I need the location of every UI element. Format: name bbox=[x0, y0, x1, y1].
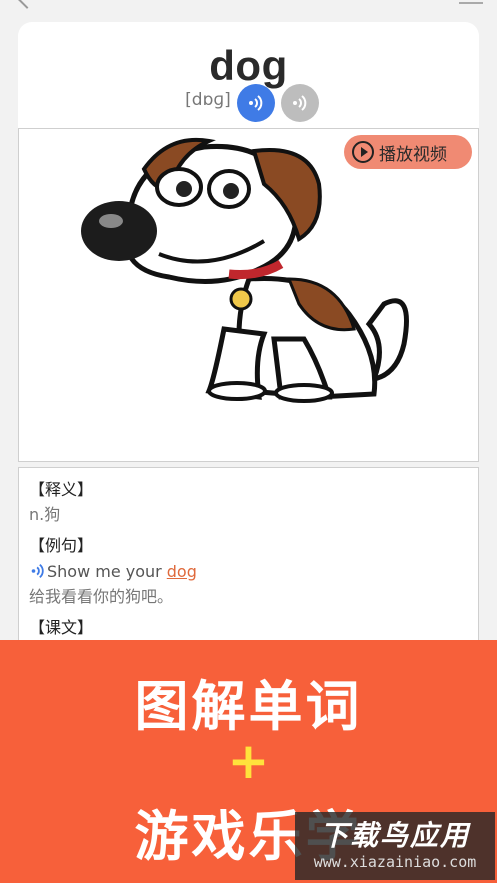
dog-illustration bbox=[81, 137, 409, 403]
play-video-label: 播放视频 bbox=[379, 144, 447, 165]
play-video-button[interactable]: 播放视频 bbox=[344, 135, 472, 169]
banner-plus: + bbox=[227, 732, 270, 790]
back-arrow-icon[interactable] bbox=[17, 0, 37, 9]
speaker-icon bbox=[293, 95, 307, 111]
definition-text: n.狗 bbox=[29, 505, 61, 524]
word-info-box: 【释义】 n.狗 【例句】 Show me your dog 给我看看你的狗吧。… bbox=[18, 467, 479, 667]
site-watermark: 下载鸟应用 www.xiazainiao.com bbox=[295, 812, 495, 880]
word-detail-page: dog [dɒɡ] 播放视频 【释义】 n.狗 【例句】 Show me you… bbox=[0, 0, 497, 883]
speaker-icon bbox=[249, 95, 263, 111]
menu-icon[interactable] bbox=[459, 0, 483, 4]
definition-title: 【释义】 bbox=[29, 480, 94, 499]
example-highlight-word[interactable]: dog bbox=[167, 562, 197, 581]
example-title: 【例句】 bbox=[29, 536, 94, 555]
watermark-url: www.xiazainiao.com bbox=[313, 853, 477, 871]
play-slow-pronunciation-button[interactable] bbox=[281, 84, 319, 122]
phonetic-text: [dɒɡ] bbox=[185, 90, 231, 110]
example-speaker-icon[interactable] bbox=[29, 562, 47, 580]
example-translation: 给我看看你的狗吧。 bbox=[29, 587, 174, 606]
play-icon bbox=[352, 141, 374, 163]
play-pronunciation-button[interactable] bbox=[237, 84, 275, 122]
example-sentence: Show me your dog bbox=[29, 558, 468, 584]
pronunciation-row: [dɒɡ] bbox=[18, 82, 479, 122]
word-header-card: dog [dɒɡ] bbox=[18, 22, 479, 128]
word-illustration-box: 播放视频 bbox=[18, 128, 479, 462]
top-bar bbox=[0, 0, 497, 22]
banner-headline-1: 图解单词 bbox=[134, 675, 363, 738]
watermark-name: 下载鸟应用 bbox=[319, 819, 470, 852]
text-section-title: 【课文】 bbox=[29, 618, 94, 637]
example-sentence-text: Show me your bbox=[47, 561, 162, 581]
